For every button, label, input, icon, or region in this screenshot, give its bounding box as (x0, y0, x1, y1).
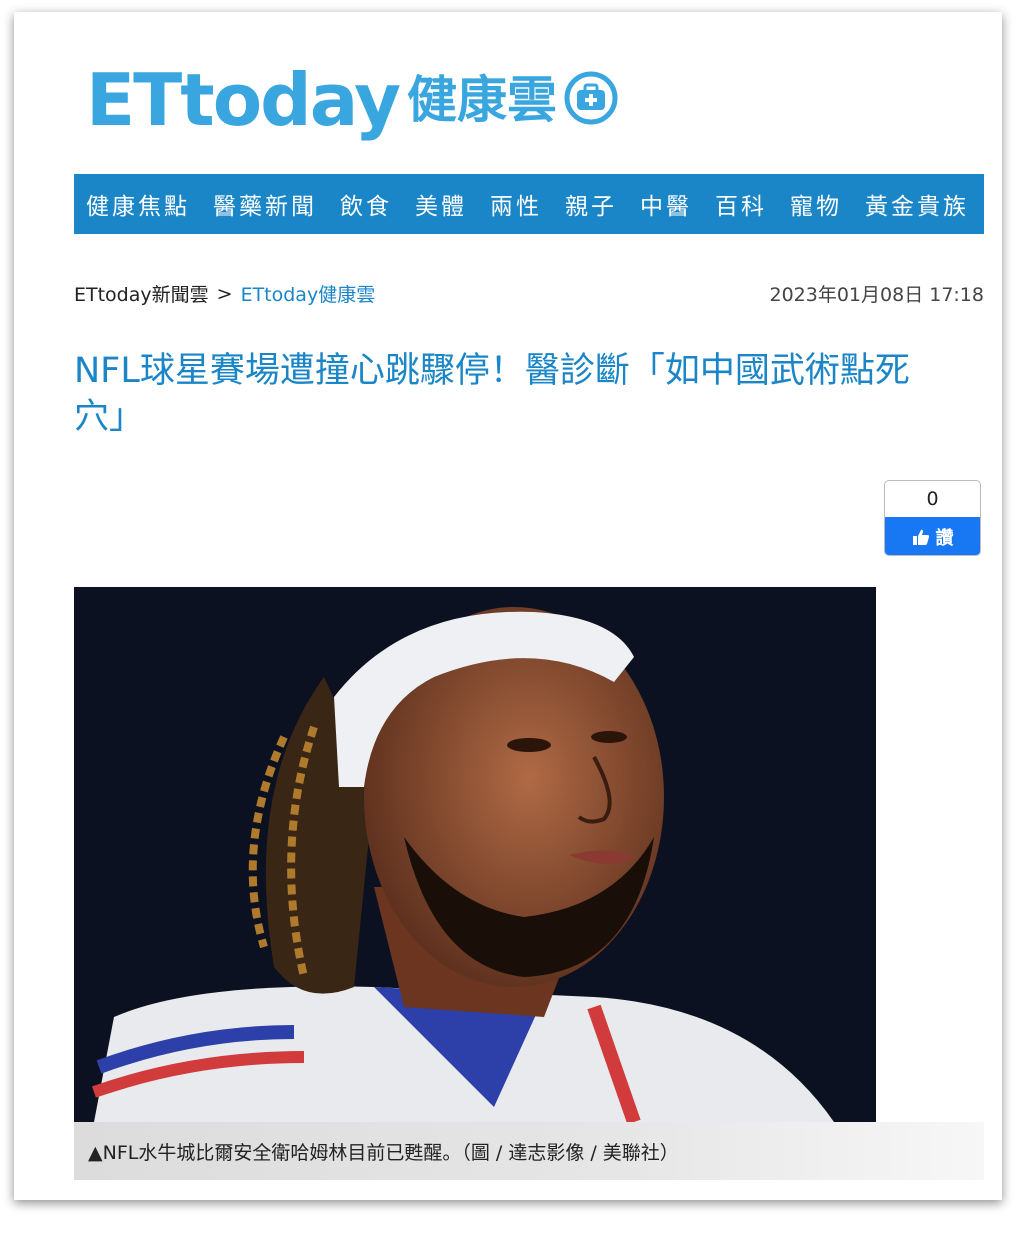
main-nav: 健康焦點 醫藥新聞 飲食 美體 兩性 親子 中醫 百科 寵物 黃金貴族 (74, 174, 984, 234)
nav-item-parenting[interactable]: 親子 (565, 187, 617, 221)
nav-item-chinese-medicine[interactable]: 中醫 (640, 187, 692, 221)
logo-subtitle: 健康雲 (407, 70, 558, 129)
breadcrumb: ETtoday新聞雲 > ETtoday健康雲 (74, 280, 375, 307)
thumbs-up-icon (912, 529, 929, 545)
breadcrumb-home-link[interactable]: ETtoday新聞雲 (74, 280, 209, 307)
nav-item-encyclopedia[interactable]: 百科 (715, 187, 767, 221)
nav-item-diet[interactable]: 飲食 (340, 187, 392, 221)
like-widget: 0 讚 (884, 480, 981, 556)
site-logo[interactable]: ETtoday 健康雲 (86, 52, 726, 147)
page-card: ETtoday 健康雲 健康焦點 醫藥新聞 飲食 美體 兩性 親子 中醫 百科 … (14, 12, 1002, 1200)
photo-caption: ▲NFL水牛城比爾安全衛哈姆林目前已甦醒。（圖 / 達志影像 / 美聯社） (74, 1122, 984, 1180)
breadcrumb-separator: > (216, 282, 233, 305)
nav-item-health-focus[interactable]: 健康焦點 (86, 187, 190, 221)
like-label: 讚 (935, 528, 954, 549)
nav-item-medical-news[interactable]: 醫藥新聞 (213, 187, 317, 221)
logo-text: ETtoday (86, 57, 401, 142)
nav-item-beauty[interactable]: 美體 (415, 187, 467, 221)
nav-item-golden-age[interactable]: 黃金貴族 (865, 187, 969, 221)
medical-bag-icon (563, 70, 619, 130)
breadcrumb-section-link[interactable]: ETtoday健康雲 (241, 280, 376, 307)
article-title: NFL球星賽場遭撞心跳驟停！醫診斷「如中國武術點死穴」 (74, 351, 910, 437)
like-count: 0 (926, 488, 939, 510)
nav-item-pets[interactable]: 寵物 (790, 187, 842, 221)
article-photo (74, 587, 876, 1122)
nav-item-relationships[interactable]: 兩性 (490, 187, 542, 221)
like-button[interactable]: 讚 (885, 517, 980, 555)
article-date: 2023年01月08日 17:18 (769, 284, 984, 306)
